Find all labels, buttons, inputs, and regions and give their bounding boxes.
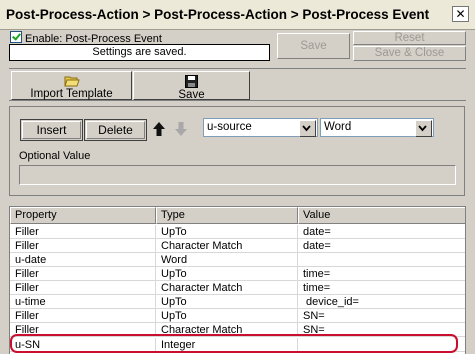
delete-button[interactable]: Delete: [84, 119, 147, 141]
row-highlight-annotation: [10, 334, 458, 353]
cell-property: Filler: [10, 267, 156, 281]
insert-button[interactable]: Insert: [20, 119, 83, 141]
cell-value: device_id=: [298, 295, 465, 309]
chevron-down-icon[interactable]: [415, 120, 432, 137]
table-row[interactable]: u-date Word: [10, 253, 465, 267]
cell-type: UpTo: [156, 225, 298, 239]
type-select-value: Word: [324, 121, 352, 133]
grid-header: Property Type Value: [10, 207, 465, 224]
close-icon: ✕: [455, 7, 466, 21]
cell-value: date=: [298, 225, 465, 239]
floppy-disk-icon: [185, 75, 198, 88]
arrow-down-icon: [175, 122, 187, 136]
cell-type: UpTo: [156, 309, 298, 323]
cell-value: SN=: [298, 309, 465, 323]
cell-type: Character Match: [156, 281, 298, 295]
save-toolbar-button[interactable]: Save: [133, 71, 250, 101]
cell-value: time=: [298, 281, 465, 295]
open-folder-icon: [63, 76, 80, 87]
type-select[interactable]: Word: [320, 118, 434, 137]
source-select-value: u-source: [207, 121, 252, 133]
optional-value-input[interactable]: [19, 165, 456, 185]
delete-label: Delete: [98, 123, 133, 137]
cell-value: time=: [298, 267, 465, 281]
cell-property: u-time: [10, 295, 156, 309]
cell-value: [298, 253, 465, 267]
cell-type: UpTo: [156, 267, 298, 281]
save-top-button[interactable]: Save: [277, 33, 350, 59]
window-title: Post-Process-Action > Post-Process-Actio…: [6, 7, 430, 22]
property-grid: Property Type Value Filler UpTo date= Fi…: [9, 206, 466, 354]
cell-type: UpTo: [156, 295, 298, 309]
reset-label: Reset: [394, 32, 425, 44]
table-row[interactable]: u-time UpTo device_id=: [10, 295, 465, 309]
cell-property: Filler: [10, 239, 156, 253]
table-row[interactable]: Filler UpTo date=: [10, 225, 465, 239]
move-down-button[interactable]: [172, 119, 190, 139]
save-top-label: Save: [300, 40, 327, 52]
enable-checkbox[interactable]: [10, 31, 22, 43]
save-toolbar-label: Save: [178, 89, 205, 101]
column-header-value[interactable]: Value: [298, 207, 465, 224]
cell-value: date=: [298, 239, 465, 253]
save-close-button[interactable]: Save & Close: [353, 46, 466, 61]
cell-type: Word: [156, 253, 298, 267]
arrow-up-icon: [153, 122, 165, 136]
table-row[interactable]: Filler UpTo time=: [10, 267, 465, 281]
enable-checkbox-row[interactable]: Enable: Post-Process Event: [10, 31, 162, 45]
cell-type: Character Match: [156, 239, 298, 253]
cell-property: u-date: [10, 253, 156, 267]
chevron-down-icon[interactable]: [299, 120, 316, 137]
table-row[interactable]: Filler Character Match time=: [10, 281, 465, 295]
table-row[interactable]: Filler UpTo SN=: [10, 309, 465, 323]
close-button[interactable]: ✕: [452, 6, 469, 22]
source-select[interactable]: u-source: [203, 118, 318, 137]
reset-button[interactable]: Reset: [353, 31, 466, 45]
cell-property: Filler: [10, 309, 156, 323]
insert-label: Insert: [36, 123, 67, 137]
table-row[interactable]: Filler Character Match date=: [10, 239, 465, 253]
save-close-label: Save & Close: [374, 47, 445, 59]
status-message: Settings are saved.: [9, 44, 270, 61]
import-template-button[interactable]: Import Template: [11, 71, 132, 100]
column-header-property[interactable]: Property: [10, 207, 156, 224]
cell-property: Filler: [10, 225, 156, 239]
move-up-button[interactable]: [150, 119, 168, 139]
title-bar: Post-Process-Action > Post-Process-Actio…: [0, 0, 475, 30]
import-template-label: Import Template: [30, 88, 113, 100]
cell-property: Filler: [10, 281, 156, 295]
optional-value-label: Optional Value: [19, 150, 91, 162]
column-header-type[interactable]: Type: [156, 207, 298, 224]
